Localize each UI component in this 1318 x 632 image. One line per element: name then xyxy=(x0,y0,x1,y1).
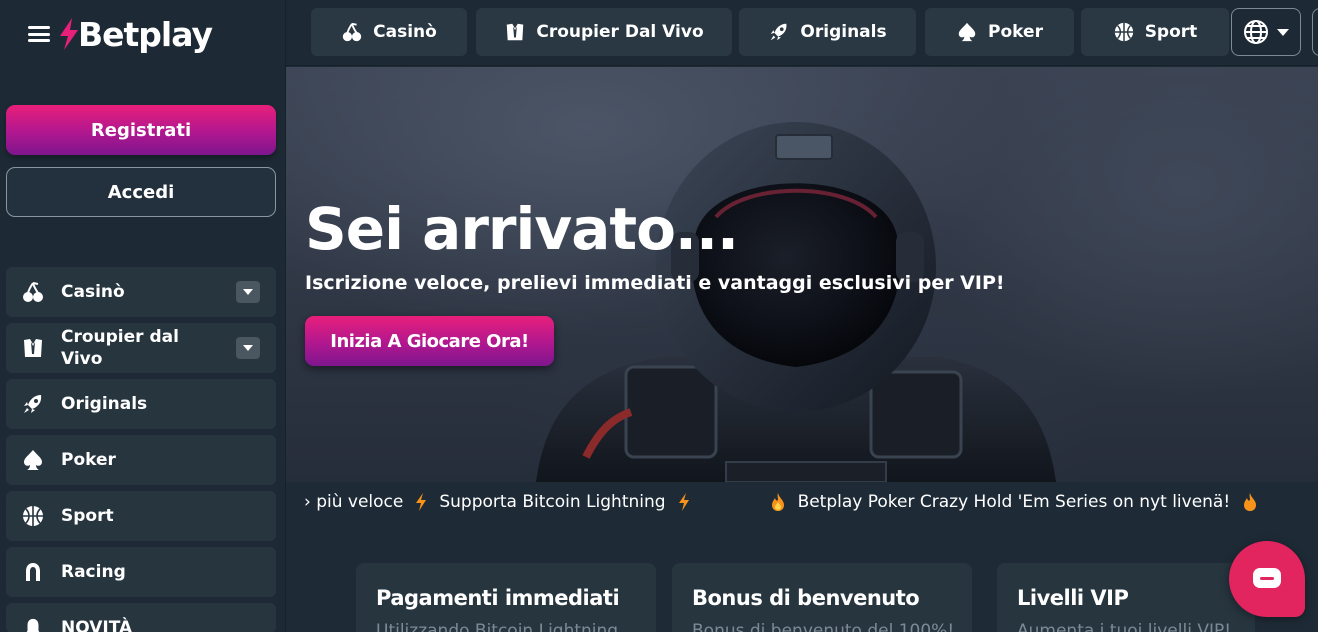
rocket-icon xyxy=(768,21,790,43)
rocket-icon xyxy=(20,391,46,417)
caret-down-icon xyxy=(1277,28,1289,36)
tab-label: Originals xyxy=(800,22,887,42)
hero-subtitle: Iscrizione veloce, prelievi immediati e … xyxy=(305,272,1005,294)
tab-live-dealer[interactable]: Croupier Dal Vivo xyxy=(476,8,732,56)
fire-icon xyxy=(1242,493,1258,511)
feature-card-vip: Livelli VIP Aumenta i tuoi livelli VIP! xyxy=(997,563,1255,632)
sidebar-item-label: Poker xyxy=(61,450,116,470)
dealer-icon xyxy=(20,335,46,361)
sidebar-nav: Casinò Croupier dal Vivo Originals Poker xyxy=(6,267,276,632)
tab-label: Sport xyxy=(1144,22,1198,42)
language-selector[interactable] xyxy=(1231,8,1301,56)
basketball-icon xyxy=(1113,21,1135,43)
feature-title: Livelli VIP xyxy=(1017,586,1129,610)
feature-card-bonus: Bonus di benvenuto Bonus di benvenuto de… xyxy=(672,563,972,632)
tab-label: Croupier Dal Vivo xyxy=(536,22,704,42)
hamburger-menu-icon[interactable] xyxy=(28,26,50,42)
header-right-edge[interactable] xyxy=(1312,8,1318,56)
ticker-item: › più veloce xyxy=(304,492,404,512)
logo-row: Betplay xyxy=(28,14,213,54)
sidebar: Betplay Registrati Accedi Casinò Croupie… xyxy=(0,0,286,632)
sidebar-item-poker[interactable]: Poker xyxy=(6,435,276,485)
lightning-icon xyxy=(415,493,427,511)
horseshoe-icon xyxy=(20,559,46,585)
tab-poker[interactable]: Poker xyxy=(925,8,1074,56)
spade-icon xyxy=(956,21,978,43)
news-ticker: › più veloce Supporta Bitcoin Lightning … xyxy=(286,482,1318,524)
spade-icon xyxy=(20,447,46,473)
start-playing-button[interactable]: Inizia A Giocare Ora! xyxy=(305,316,554,366)
ticker-item: Supporta Bitcoin Lightning xyxy=(439,492,666,512)
sidebar-item-label: Casinò xyxy=(61,282,125,302)
globe-icon xyxy=(1244,20,1268,44)
ticker-item: Betplay Poker Crazy Hold 'Em Series on n… xyxy=(797,492,1231,512)
feature-description: Utilizzando Bitcoin Lightning xyxy=(376,621,619,632)
chevron-down-icon[interactable] xyxy=(236,281,260,303)
sidebar-item-casino[interactable]: Casinò xyxy=(6,267,276,317)
feature-card-payments: Pagamenti immediati Utilizzando Bitcoin … xyxy=(356,563,656,632)
tab-casino[interactable]: Casinò xyxy=(311,8,467,56)
hero-banner: Sei arrivato... Iscrizione veloce, preli… xyxy=(286,67,1318,482)
cherries-icon xyxy=(341,21,363,43)
top-nav-bar: Casinò Croupier Dal Vivo Originals Poker… xyxy=(286,0,1318,66)
logo-text: Betplay xyxy=(78,14,213,54)
sidebar-item-live-dealer[interactable]: Croupier dal Vivo xyxy=(6,323,276,373)
tab-label: Casinò xyxy=(373,22,437,42)
login-button[interactable]: Accedi xyxy=(6,167,276,217)
sidebar-item-news[interactable]: NOVITÀ xyxy=(6,603,276,632)
sidebar-item-racing[interactable]: Racing xyxy=(6,547,276,597)
sidebar-item-label: Racing xyxy=(61,562,126,582)
feature-title: Bonus di benvenuto xyxy=(692,586,920,610)
tab-sport[interactable]: Sport xyxy=(1081,8,1229,56)
feature-description: Aumenta i tuoi livelli VIP! xyxy=(1017,621,1232,632)
sidebar-item-label: Originals xyxy=(61,394,148,414)
register-button[interactable]: Registrati xyxy=(6,105,276,155)
sidebar-item-label: Sport xyxy=(61,506,114,526)
basketball-icon xyxy=(20,503,46,529)
sidebar-item-originals[interactable]: Originals xyxy=(6,379,276,429)
bell-icon xyxy=(20,615,46,632)
sidebar-item-sport[interactable]: Sport xyxy=(6,491,276,541)
betplay-logo[interactable]: Betplay xyxy=(56,14,213,54)
chevron-down-icon[interactable] xyxy=(236,337,260,359)
live-chat-button[interactable] xyxy=(1229,541,1305,617)
cherries-icon xyxy=(20,279,46,305)
dealer-icon xyxy=(504,21,526,43)
sidebar-item-label: Croupier dal Vivo xyxy=(61,327,179,369)
fire-icon xyxy=(770,493,786,511)
tab-label: Poker xyxy=(988,22,1043,42)
feature-description: Bonus di benvenuto del 100%! xyxy=(692,621,952,632)
feature-title: Pagamenti immediati xyxy=(376,586,620,610)
lightning-icon xyxy=(678,493,690,511)
hero-title: Sei arrivato... xyxy=(305,195,739,263)
sidebar-item-label: NOVITÀ xyxy=(61,618,133,632)
tab-originals[interactable]: Originals xyxy=(739,8,916,56)
chat-icon xyxy=(1253,568,1281,588)
